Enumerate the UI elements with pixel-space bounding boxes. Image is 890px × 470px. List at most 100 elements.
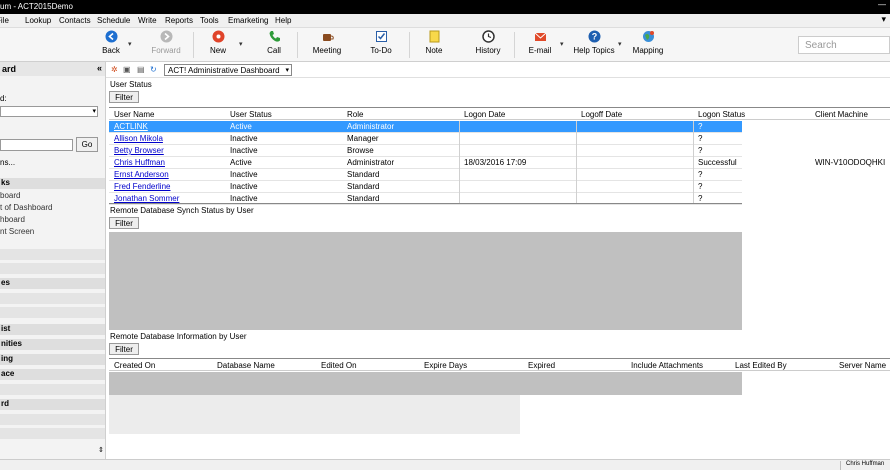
sidebar-section-rd[interactable]: rd xyxy=(0,399,105,410)
menu-emarketing[interactable]: Emarketing xyxy=(228,16,268,25)
sidebar-lookup-input[interactable] xyxy=(0,139,73,151)
col-role[interactable]: Role xyxy=(347,110,363,119)
user-name-link[interactable]: ACTLINK xyxy=(114,122,148,131)
remote-sync-filter-button[interactable]: Filter xyxy=(109,217,139,229)
menu-reports[interactable]: Reports xyxy=(165,16,193,25)
menu-help[interactable]: Help xyxy=(275,16,291,25)
search-input[interactable]: Search xyxy=(798,36,890,54)
sidebar-item-dashboard[interactable]: hboard xyxy=(0,215,25,224)
table-row[interactable]: Betty Browser Inactive Browse? xyxy=(109,145,742,157)
history-button[interactable]: History xyxy=(474,30,502,55)
mapping-button[interactable]: Mapping xyxy=(631,30,665,55)
sidebar-section-es[interactable]: es xyxy=(0,278,105,289)
sidebar-section-nities[interactable]: nities xyxy=(0,339,105,350)
col-include-attachments[interactable]: Include Attachments xyxy=(631,361,703,370)
meeting-button[interactable]: Meeting xyxy=(311,30,343,55)
email-label: E-mail xyxy=(528,46,552,55)
menu-schedule[interactable]: Schedule xyxy=(97,16,130,25)
call-label: Call xyxy=(267,46,281,55)
sidebar-item-board[interactable]: board xyxy=(0,191,20,200)
table-row[interactable]: Chris Huffman Active Administrator 18/03/20… xyxy=(109,157,885,169)
col-expired[interactable]: Expired xyxy=(528,361,555,370)
help-dropdown-icon[interactable]: ▾ xyxy=(618,40,622,48)
menu-write[interactable]: Write xyxy=(138,16,157,25)
column-divider xyxy=(459,121,460,203)
col-created-on[interactable]: Created On xyxy=(114,361,155,370)
go-button[interactable]: Go xyxy=(76,137,98,152)
remote-sync-panel xyxy=(109,232,742,330)
menu-tools[interactable]: Tools xyxy=(200,16,219,25)
col-user-name[interactable]: User Name xyxy=(114,110,154,119)
back-button[interactable]: Back xyxy=(101,30,121,55)
dashboard-icon[interactable]: ✲ xyxy=(111,65,118,74)
dashboard-select[interactable]: ACT! Administrative Dashboard ▾ xyxy=(164,64,292,76)
menu-lookup[interactable]: Lookup xyxy=(25,16,51,25)
col-logon-date[interactable]: Logon Date xyxy=(464,110,505,119)
sidebar-band xyxy=(0,263,105,274)
menu-contacts[interactable]: Contacts xyxy=(59,16,91,25)
note-button[interactable]: Note xyxy=(424,30,444,55)
sidebar-item-screen[interactable]: nt Screen xyxy=(0,227,34,236)
new-button[interactable]: New xyxy=(208,30,228,55)
user-status-filter-button[interactable]: Filter xyxy=(109,91,139,103)
sidebar-section-tasks[interactable]: ks xyxy=(0,178,105,189)
toolbar-separator xyxy=(193,32,194,58)
menu-bar: File Lookup Contacts Schedule Write Repo… xyxy=(0,14,890,28)
menu-expand-icon[interactable]: ▾ xyxy=(881,14,886,25)
col-user-status[interactable]: User Status xyxy=(230,110,272,119)
sidebar-section-ace[interactable]: ace xyxy=(0,369,105,380)
todo-button[interactable]: To-Do xyxy=(368,30,394,55)
back-arrow-icon xyxy=(105,30,117,43)
minimize-button[interactable]: — xyxy=(878,0,886,9)
forward-button[interactable]: Forward xyxy=(150,30,182,55)
email-dropdown-icon[interactable]: ▾ xyxy=(560,40,564,48)
note-label: Note xyxy=(425,46,443,55)
col-server-name[interactable]: Server Name xyxy=(839,361,886,370)
refresh-icon[interactable]: ↻ xyxy=(150,65,157,74)
col-client-machine[interactable]: Client Machine xyxy=(815,110,868,119)
col-expire-days[interactable]: Expire Days xyxy=(424,361,467,370)
table-row[interactable]: Ernst Anderson Inactive Standard? xyxy=(109,169,742,181)
user-name-link[interactable]: Jonathan Sommer xyxy=(114,194,179,203)
sidebar-options-link[interactable]: ns... xyxy=(0,158,15,167)
sidebar-section-ing[interactable]: ing xyxy=(0,354,105,365)
sidebar-item-dashboard-layout[interactable]: t of Dashboard xyxy=(0,203,52,212)
todo-checkbox-icon xyxy=(375,31,387,42)
sidebar-scroll-icon[interactable]: ⇕ xyxy=(98,446,104,454)
col-database-name[interactable]: Database Name xyxy=(217,361,275,370)
user-name-link[interactable]: Fred Fenderline xyxy=(114,182,170,191)
collapse-sidebar-icon[interactable]: « xyxy=(97,63,102,73)
remote-info-filter-button[interactable]: Filter xyxy=(109,343,139,355)
table-cell: Inactive xyxy=(230,182,258,191)
svg-text:?: ? xyxy=(591,32,597,42)
print-icon[interactable]: ▣ xyxy=(123,65,131,74)
dashboard-content: ✲ ▣ ▤ ↻ ACT! Administrative Dashboard ▾ … xyxy=(106,62,890,459)
new-dropdown-icon[interactable]: ▾ xyxy=(239,40,243,48)
sidebar-band xyxy=(0,414,105,425)
table-cell: Successful xyxy=(698,158,737,167)
table-cell: Active xyxy=(230,122,252,131)
table-row[interactable]: Allison Mikola Inactive Manager? xyxy=(109,133,742,145)
col-logon-status[interactable]: Logon Status xyxy=(698,110,745,119)
call-button[interactable]: Call xyxy=(264,30,284,55)
col-last-edited-by[interactable]: Last Edited By xyxy=(735,361,787,370)
history-label: History xyxy=(475,46,501,55)
sidebar-dashboard-select[interactable]: ▾ xyxy=(0,106,98,117)
user-name-link[interactable]: Chris Huffman xyxy=(114,158,165,167)
col-edited-on[interactable]: Edited On xyxy=(321,361,357,370)
user-name-link[interactable]: Betty Browser xyxy=(114,146,164,155)
layout-icon[interactable]: ▤ xyxy=(137,65,145,74)
user-name-link[interactable]: Ernst Anderson xyxy=(114,170,169,179)
help-topics-button[interactable]: ? Help Topics xyxy=(572,30,616,55)
table-row[interactable]: ACTLINK Active Administrator? xyxy=(109,121,742,133)
column-divider xyxy=(576,121,577,203)
menu-file[interactable]: File xyxy=(0,16,9,25)
user-name-link[interactable]: Allison Mikola xyxy=(114,134,163,143)
back-dropdown-icon[interactable]: ▾ xyxy=(128,40,132,48)
email-button[interactable]: E-mail xyxy=(527,30,553,55)
table-row[interactable]: Fred Fenderline Inactive Standard? xyxy=(109,181,742,193)
sidebar-section-ist[interactable]: ist xyxy=(0,324,105,335)
col-logoff-date[interactable]: Logoff Date xyxy=(581,110,622,119)
table-cell: ? xyxy=(698,146,703,155)
remote-sync-title: Remote Database Synch Status by User xyxy=(110,206,254,215)
